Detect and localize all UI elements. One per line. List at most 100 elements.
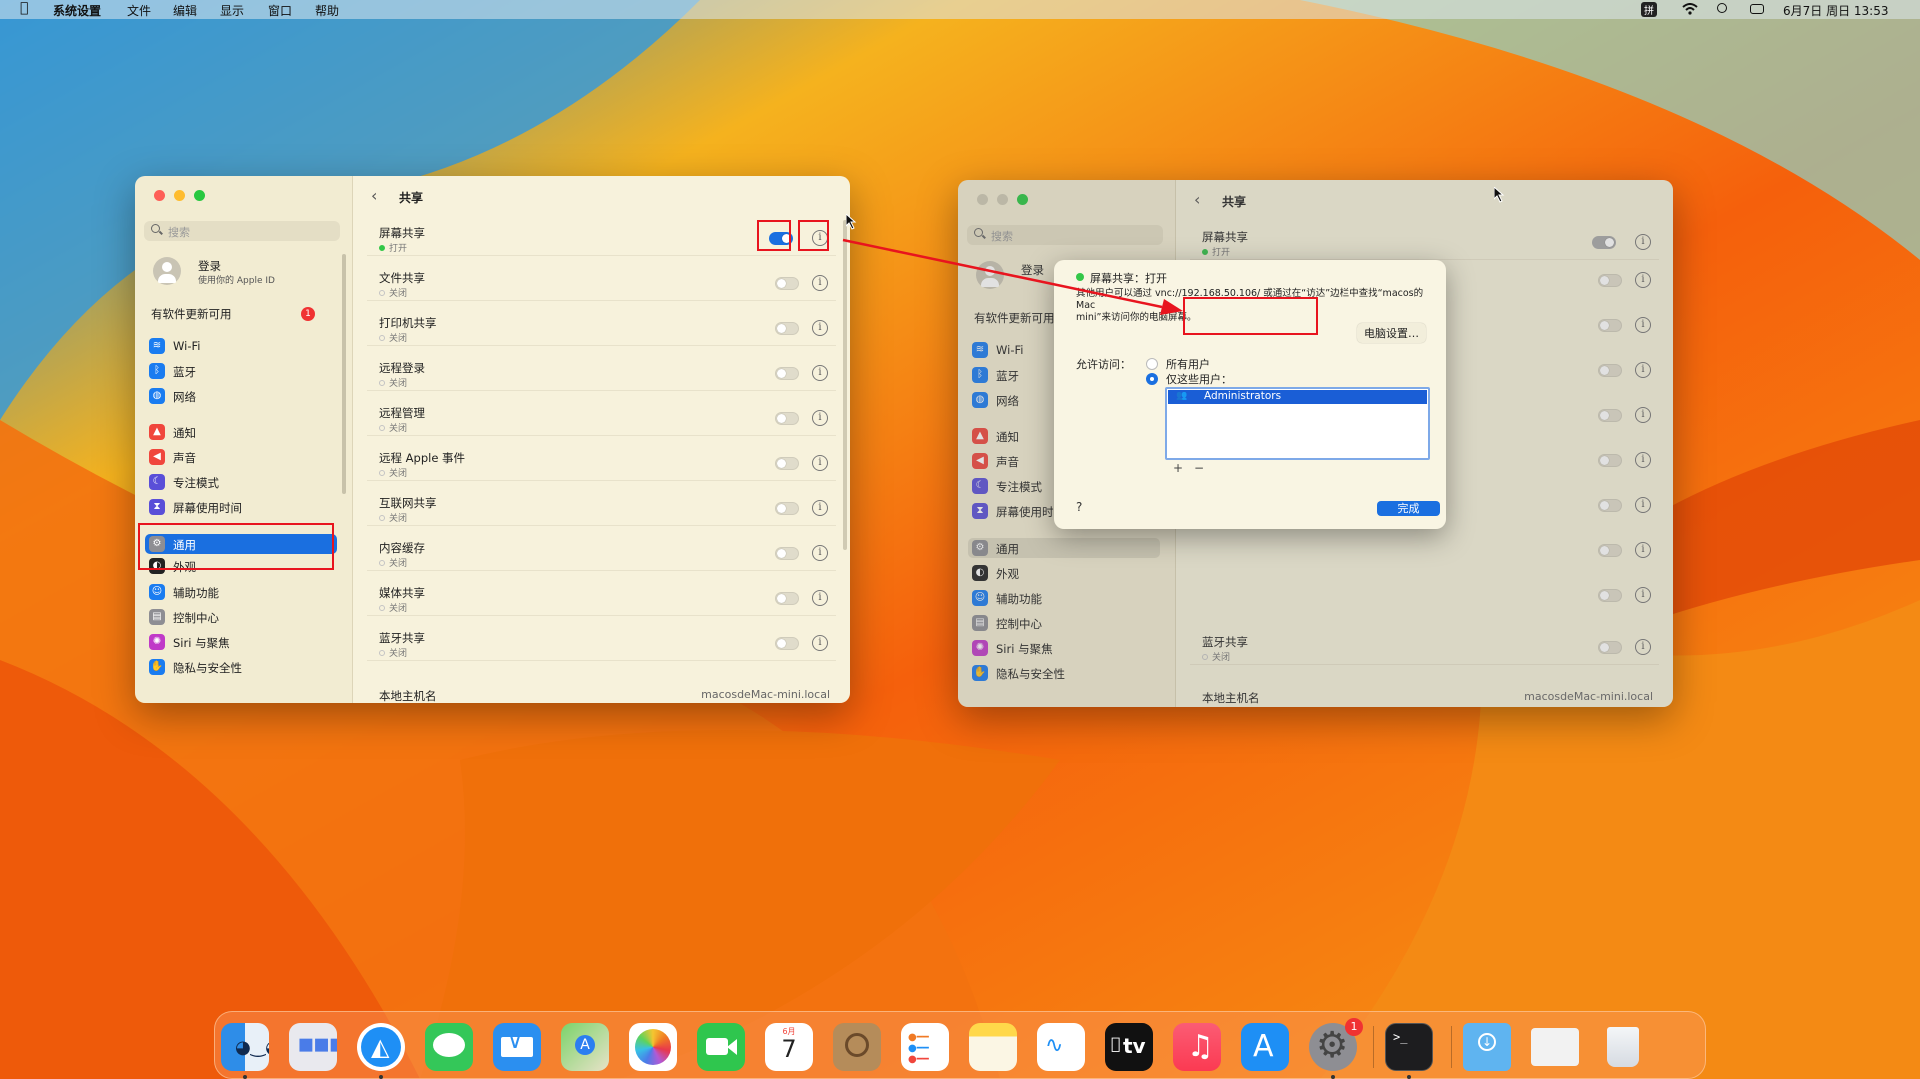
update-badge: 1 bbox=[301, 307, 315, 321]
contacts-icon[interactable] bbox=[833, 1023, 881, 1071]
sidebar-item-wifi[interactable]: ≋ Wi-Fi bbox=[145, 336, 337, 356]
system-settings-window: 搜索 登录 使用你的 Apple ID 有软件更新可用 1 ≋ Wi-Fi ᛒ 蓝牙… bbox=[135, 176, 850, 703]
done-button[interactable]: 完成 bbox=[1377, 501, 1440, 516]
option-these-users[interactable]: 仅这些用户： bbox=[1166, 371, 1232, 387]
sidebar-item-screen-time[interactable]: ⧗ 屏幕使用时间 bbox=[145, 497, 337, 517]
trash-icon[interactable] bbox=[1599, 1023, 1647, 1071]
info-icon[interactable]: i bbox=[812, 545, 828, 561]
control-center-icon: ▤ bbox=[149, 609, 165, 625]
terminal-icon[interactable]: >_ bbox=[1385, 1023, 1433, 1071]
info-icon[interactable]: i bbox=[812, 500, 828, 516]
menu-app-name[interactable]: 系统设置 bbox=[53, 2, 101, 19]
music-icon[interactable]: ♫ bbox=[1173, 1023, 1221, 1071]
sidebar-item-network[interactable]: ◍ 网络 bbox=[145, 386, 337, 406]
status-on-icon bbox=[379, 245, 385, 251]
info-icon[interactable]: i bbox=[812, 635, 828, 651]
users-list[interactable]: 👥 Administrators bbox=[1165, 387, 1430, 460]
software-update-item[interactable]: 有软件更新可用 bbox=[151, 306, 232, 322]
computer-settings-button[interactable]: 电脑设置… bbox=[1357, 323, 1426, 343]
menu-edit[interactable]: 编辑 bbox=[173, 2, 197, 19]
remote-login-toggle[interactable] bbox=[775, 367, 799, 380]
group-icon: 👥 bbox=[1176, 391, 1188, 401]
minimize-button[interactable] bbox=[174, 190, 185, 201]
sidebar-item-focus[interactable]: ☾ 专注模式 bbox=[145, 472, 337, 492]
maps-icon[interactable]: A bbox=[561, 1023, 609, 1071]
menu-window[interactable]: 窗口 bbox=[268, 2, 292, 19]
service-status: 关闭 bbox=[379, 556, 407, 569]
wifi-status-icon[interactable] bbox=[1682, 3, 1698, 15]
sidebar-item-bluetooth[interactable]: ᛒ 蓝牙 bbox=[145, 361, 337, 381]
close-button[interactable] bbox=[154, 190, 165, 201]
zoom-button[interactable] bbox=[194, 190, 205, 201]
remote-management-toggle[interactable] bbox=[775, 412, 799, 425]
info-icon[interactable]: i bbox=[812, 590, 828, 606]
info-icon[interactable]: i bbox=[812, 410, 828, 426]
service-status: 关闭 bbox=[379, 646, 407, 659]
user-name: Administrators bbox=[1204, 390, 1282, 402]
notes-icon[interactable] bbox=[969, 1023, 1017, 1071]
remote-apple-events-toggle[interactable] bbox=[775, 457, 799, 470]
option-all-users[interactable]: 所有用户 bbox=[1166, 356, 1210, 372]
messages-icon[interactable] bbox=[425, 1023, 473, 1071]
sidebar-item-siri[interactable]: ✺ Siri 与聚焦 bbox=[145, 632, 337, 652]
reminders-icon[interactable]: ●━━ ●━━ ●━━ bbox=[901, 1023, 949, 1071]
info-icon[interactable]: i bbox=[812, 455, 828, 471]
hand-icon: ✋ bbox=[149, 659, 165, 675]
list-item[interactable]: 👥 Administrators bbox=[1168, 390, 1427, 404]
tv-icon[interactable]: tv bbox=[1105, 1023, 1153, 1071]
sidebar-search-field[interactable]: 搜索 bbox=[144, 221, 340, 241]
internet-sharing-toggle[interactable] bbox=[775, 502, 799, 515]
freeform-icon[interactable]: ∿ bbox=[1037, 1023, 1085, 1071]
media-sharing-toggle[interactable] bbox=[775, 592, 799, 605]
help-button[interactable]: ? bbox=[1076, 500, 1082, 514]
facetime-icon[interactable] bbox=[697, 1023, 745, 1071]
launchpad-icon[interactable]: ▪▪▪ bbox=[289, 1023, 337, 1071]
info-icon[interactable]: i bbox=[812, 320, 828, 336]
info-icon[interactable]: i bbox=[812, 275, 828, 291]
control-center-icon[interactable] bbox=[1750, 4, 1764, 14]
sidebar-item-accessibility[interactable]: ☺ 辅助功能 bbox=[145, 582, 337, 602]
accessibility-icon: ☺ bbox=[149, 584, 165, 600]
login-title[interactable]: 登录 bbox=[198, 258, 221, 274]
sidebar-item-label: 网络 bbox=[173, 390, 196, 404]
menu-file[interactable]: 文件 bbox=[127, 2, 151, 19]
service-row: 远程管理 关闭 i bbox=[367, 400, 836, 436]
spotlight-search-icon[interactable] bbox=[1717, 3, 1727, 13]
input-method-icon[interactable]: 拼 bbox=[1641, 2, 1657, 17]
sidebar-item-control-center[interactable]: ▤ 控制中心 bbox=[145, 607, 337, 627]
photos-icon[interactable] bbox=[629, 1023, 677, 1071]
sidebar-item-privacy[interactable]: ✋ 隐私与安全性 bbox=[145, 657, 337, 677]
sidebar-item-notifications[interactable]: ▲ 通知 bbox=[145, 422, 337, 442]
safari-icon[interactable]: ◭ bbox=[357, 1023, 405, 1071]
service-status: 打开 bbox=[379, 241, 407, 254]
info-icon[interactable]: i bbox=[812, 365, 828, 381]
radio-all-users[interactable] bbox=[1146, 358, 1158, 370]
mail-icon[interactable]: ∨ bbox=[493, 1023, 541, 1071]
search-placeholder: 搜索 bbox=[168, 226, 190, 239]
dock-separator bbox=[1373, 1026, 1374, 1068]
preview-icon[interactable] bbox=[1531, 1028, 1579, 1066]
add-user-button[interactable]: + bbox=[1173, 461, 1183, 475]
menu-view[interactable]: 显示 bbox=[220, 2, 244, 19]
sidebar-item-sound[interactable]: ◀ 声音 bbox=[145, 447, 337, 467]
apple-menu-icon[interactable]:  bbox=[20, 0, 28, 16]
service-name: 内容缓存 bbox=[379, 541, 425, 555]
back-chevron-icon[interactable]: ‹ bbox=[371, 186, 377, 205]
bluetooth-sharing-toggle[interactable] bbox=[775, 637, 799, 650]
radio-these-users[interactable] bbox=[1146, 373, 1158, 385]
calendar-icon[interactable]: 6月 7 bbox=[765, 1023, 813, 1071]
printer-sharing-toggle[interactable] bbox=[775, 322, 799, 335]
speaker-icon: ◀ bbox=[149, 449, 165, 465]
app-store-icon[interactable]: A bbox=[1241, 1023, 1289, 1071]
finder-icon[interactable]: ◕‿◕ bbox=[221, 1023, 269, 1071]
file-sharing-toggle[interactable] bbox=[775, 277, 799, 290]
sidebar-scrollbar[interactable] bbox=[342, 254, 346, 494]
content-caching-toggle[interactable] bbox=[775, 547, 799, 560]
main-scrollbar[interactable] bbox=[843, 220, 847, 550]
downloads-icon[interactable]: ↓ bbox=[1463, 1023, 1511, 1071]
menu-clock[interactable]: 6月7日 周日 13:53 bbox=[1783, 2, 1888, 19]
remove-user-button[interactable]: − bbox=[1194, 461, 1204, 475]
avatar[interactable] bbox=[153, 257, 181, 285]
menu-help[interactable]: 帮助 bbox=[315, 2, 339, 19]
bluetooth-icon: ᛒ bbox=[149, 363, 165, 379]
